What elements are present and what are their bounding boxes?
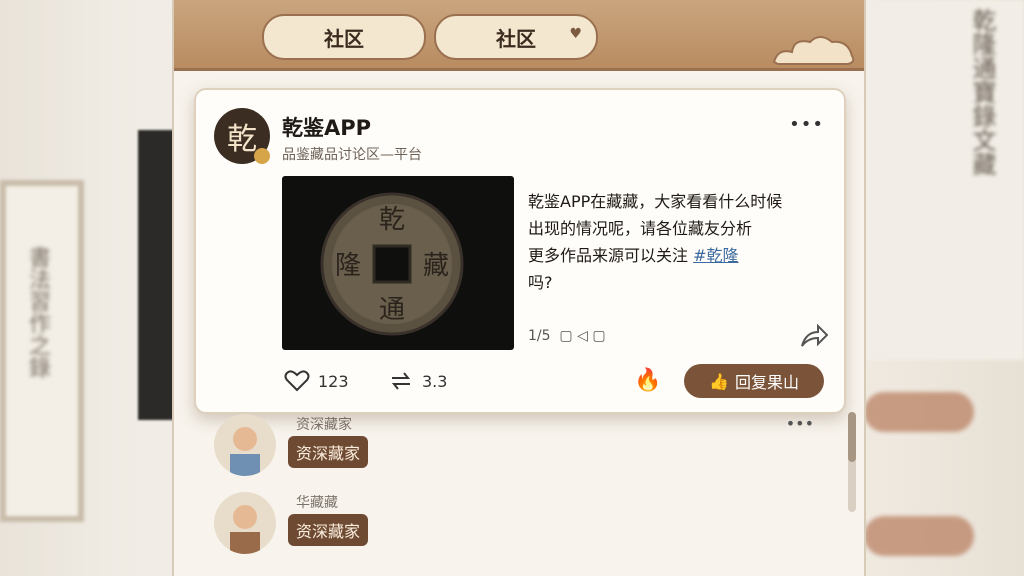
post-body-line: 乾鉴APP在藏藏，大家看看什么时候 xyxy=(528,192,783,211)
tab-community[interactable]: 社区 xyxy=(262,14,426,60)
comment-badge: 资深藏家 xyxy=(288,514,369,546)
heart-outline-icon xyxy=(284,370,310,392)
comment-avatar[interactable] xyxy=(214,492,276,554)
heart-icon: ♥ xyxy=(569,26,582,42)
post-title: 乾鉴APP xyxy=(282,116,372,140)
app-panel: 社区 社区 ♥ 乾 乾鉴APP 品鉴藏品讨论区—平台 ••• 乾 隆 藏 通 乾… xyxy=(172,0,866,576)
background-dark-panel xyxy=(138,130,174,420)
image-counter: 1/5 ▢ ◁ ▢ xyxy=(528,328,606,344)
comment-username: 华藏藏 xyxy=(296,495,338,511)
tab-community-favorite[interactable]: 社区 ♥ xyxy=(434,14,598,60)
post-subtitle: 品鉴藏品讨论区—平台 xyxy=(282,147,422,163)
coin-char-bottom: 通 xyxy=(379,295,405,325)
coin-char-left: 隆 xyxy=(335,251,361,281)
like-stat[interactable]: 123 xyxy=(284,370,349,392)
coin-char-top: 乾 xyxy=(379,205,405,235)
repost-icon xyxy=(391,372,411,390)
right-scroll-text: 乾隆通寶錄文藏 xyxy=(968,8,996,176)
reply-button[interactable]: 👍 回复果山 xyxy=(684,364,824,398)
right-scroll-painting: 乾隆通寶錄文藏 xyxy=(864,0,1024,360)
cloud-ornament-icon xyxy=(772,36,855,65)
verified-badge-icon xyxy=(254,148,270,164)
more-options-icon[interactable]: ••• xyxy=(789,114,824,135)
post-tag-link[interactable]: #乾隆 xyxy=(693,246,738,265)
flame-icon[interactable]: 🔥 xyxy=(634,368,661,393)
repost-count: 3.3 xyxy=(422,371,448,391)
background-button xyxy=(864,392,974,432)
post-body: 乾鉴APP在藏藏，大家看看什么时候 出现的情况呢，请各位藏友分析 更多作品来源可… xyxy=(528,188,818,296)
scrollbar-thumb[interactable] xyxy=(848,412,856,462)
post-body-line: 更多作品来源可以关注 #乾隆 xyxy=(528,246,739,265)
coin-char-right: 藏 xyxy=(423,251,449,281)
coin-graphic: 乾 隆 藏 通 xyxy=(320,192,464,336)
reply-button-label: 回复果山 xyxy=(734,373,799,392)
comment-badge: 资深藏家 xyxy=(288,436,369,468)
coin-image[interactable]: 乾 隆 藏 通 xyxy=(282,176,514,350)
tab-label: 社区 xyxy=(324,26,364,51)
more-options-icon[interactable]: ••• xyxy=(786,414,814,433)
left-scroll-text: 書法習作之錄 xyxy=(25,246,50,378)
comment-avatar[interactable] xyxy=(214,414,276,476)
post-body-line: 吗? xyxy=(528,273,553,292)
comment-item[interactable]: 华藏藏 资深藏家 xyxy=(214,492,814,556)
comment-item[interactable]: 资深藏家 资深藏家 ••• xyxy=(214,414,814,478)
repost-stat[interactable]: 3.3 xyxy=(388,370,447,392)
post-card: 乾 乾鉴APP 品鉴藏品讨论区—平台 ••• 乾 隆 藏 通 乾鉴APP在藏藏，… xyxy=(194,88,846,414)
comment-username: 资深藏家 xyxy=(296,417,352,433)
top-bar: 社区 社区 ♥ xyxy=(174,0,864,71)
tab-label: 社区 xyxy=(496,26,536,51)
like-count: 123 xyxy=(318,371,349,391)
background-button xyxy=(864,516,974,556)
share-icon[interactable] xyxy=(800,324,828,348)
left-scroll-painting: 書法習作之錄 xyxy=(0,180,84,522)
thumbs-up-icon: 👍 xyxy=(709,371,729,391)
post-body-line: 出现的情况呢，请各位藏友分析 xyxy=(528,219,753,238)
